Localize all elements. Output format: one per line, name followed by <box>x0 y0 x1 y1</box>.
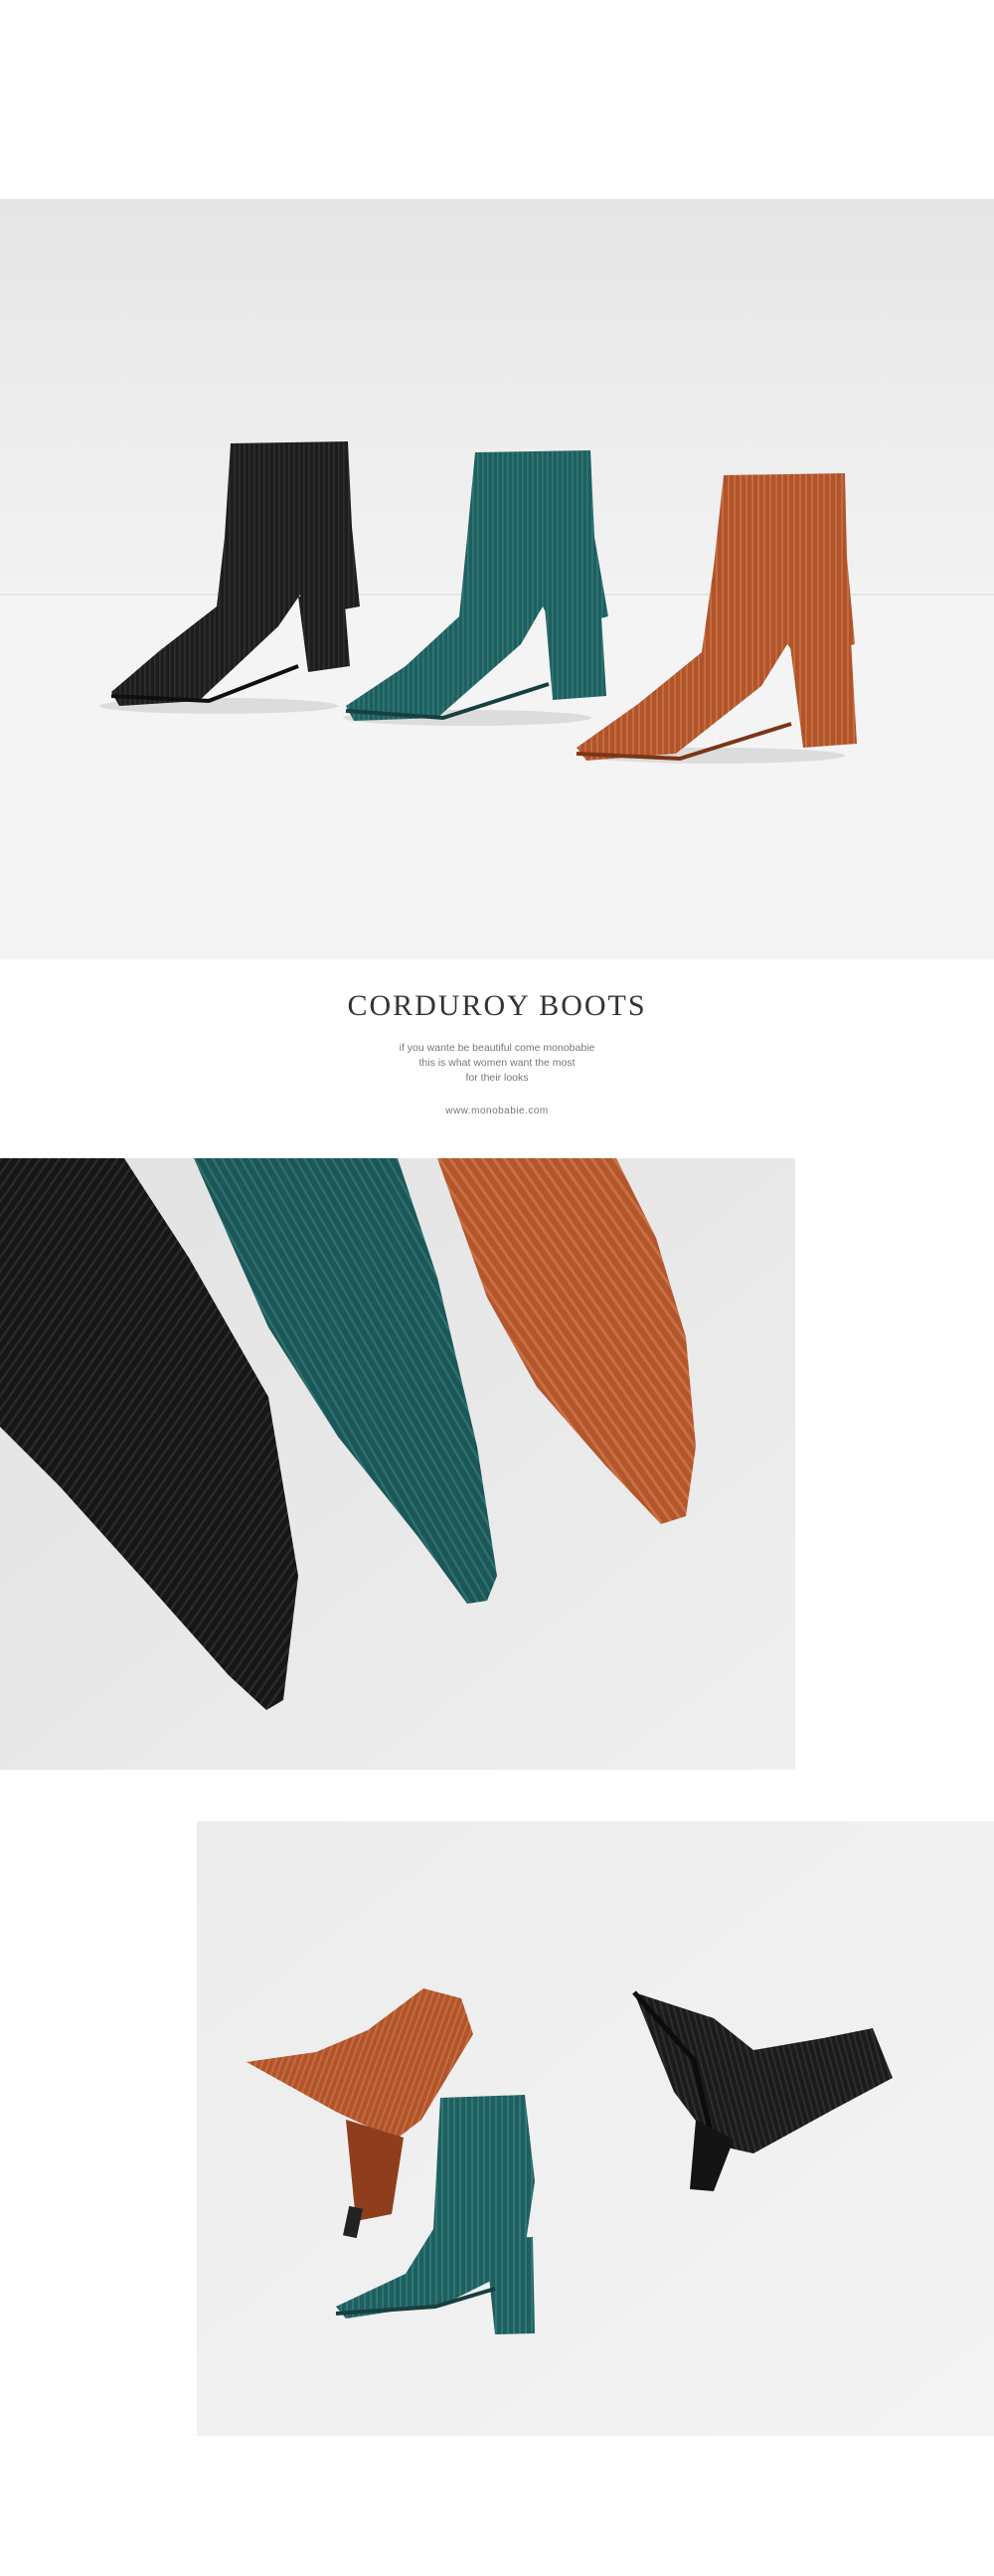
product-caption: Corduroy Boots if you wante be beautiful… <box>0 989 994 1116</box>
website-link[interactable]: www.monobabie.com <box>0 1106 994 1116</box>
product-title: Corduroy Boots <box>347 989 647 1022</box>
tagline-line-2: this is what women want the most <box>418 1057 576 1069</box>
flatlay-photo <box>197 1821 994 2436</box>
tagline-line-1: if you wante be beautiful come monobabie <box>399 1042 595 1054</box>
closeup-photo <box>0 1158 795 1770</box>
product-tagline: if you wante be beautiful come monobabie… <box>0 1041 994 1086</box>
tagline-line-3: for their looks <box>465 1072 529 1084</box>
hero-photo <box>0 199 994 959</box>
